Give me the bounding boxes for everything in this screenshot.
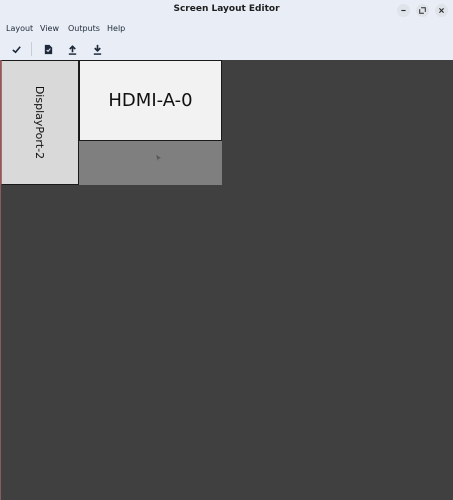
toolbar-separator <box>31 42 32 56</box>
output-label: DisplayPort-2 <box>33 85 47 160</box>
layout-canvas[interactable]: DisplayPort-2 HDMI-A-0 <box>0 60 453 500</box>
maximize-icon <box>419 7 426 14</box>
save-button[interactable] <box>40 41 56 57</box>
download-button[interactable] <box>89 41 105 57</box>
output-hdmi-a-0[interactable]: HDMI-A-0 <box>79 60 222 141</box>
mouse-cursor-icon <box>156 155 161 161</box>
menu-layout[interactable]: Layout <box>6 24 33 33</box>
upload-button[interactable] <box>64 41 80 57</box>
menu-view[interactable]: View <box>40 24 59 33</box>
check-icon <box>11 45 21 53</box>
output-displayport-2[interactable]: DisplayPort-2 <box>1 60 79 185</box>
minimize-icon <box>401 9 406 12</box>
apply-button[interactable] <box>8 41 24 57</box>
download-icon <box>93 44 101 55</box>
save-file-icon <box>44 44 52 54</box>
output-label: HDMI-A-0 <box>108 90 193 111</box>
toolbar <box>0 37 453 60</box>
upload-icon <box>68 44 76 55</box>
menu-outputs[interactable]: Outputs <box>68 24 100 33</box>
close-button[interactable] <box>435 4 448 17</box>
menu-bar: Layout View Outputs Help <box>0 21 453 37</box>
screen-layout-editor-window: Screen Layout Editor Layout View Outputs… <box>0 0 453 500</box>
maximize-button[interactable] <box>416 4 429 17</box>
output-overlap-area <box>79 141 222 185</box>
window-title: Screen Layout Editor <box>173 4 280 14</box>
menu-help[interactable]: Help <box>107 24 125 33</box>
minimize-button[interactable] <box>397 4 410 17</box>
close-icon <box>439 8 444 13</box>
title-bar: Screen Layout Editor <box>0 0 453 21</box>
